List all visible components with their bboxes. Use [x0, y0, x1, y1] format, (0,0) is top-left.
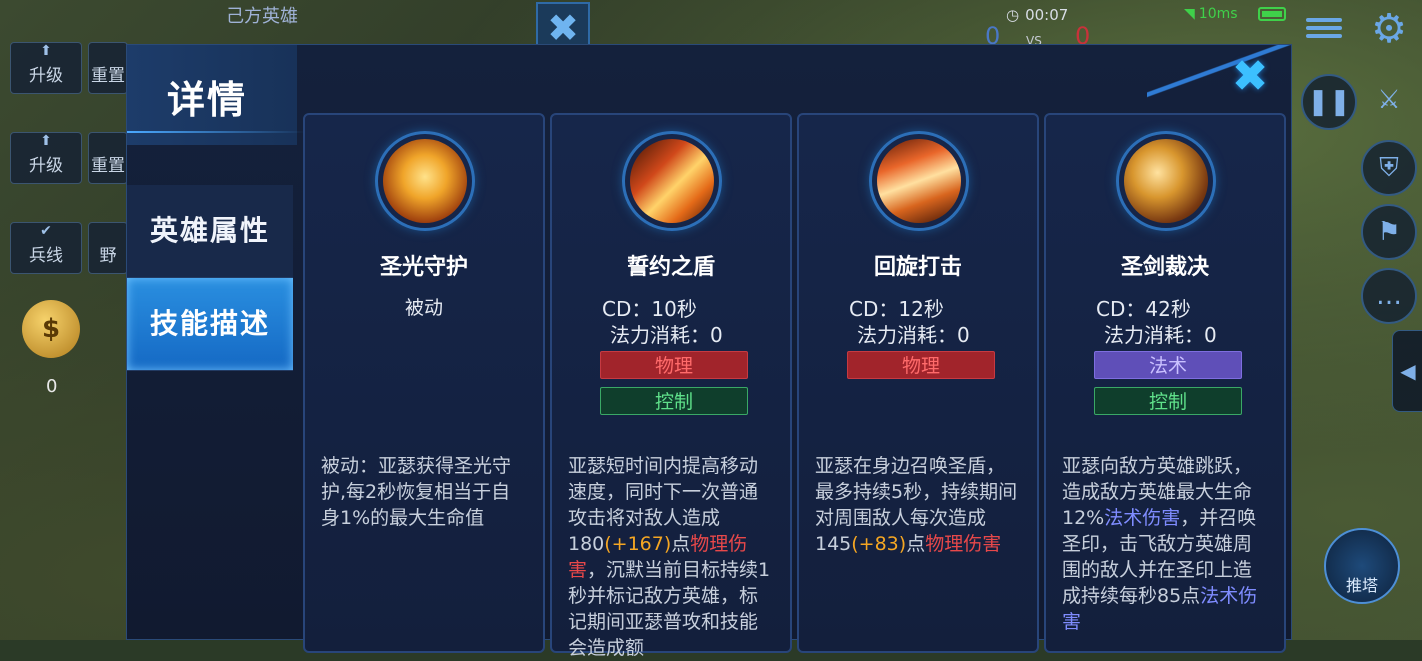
pause-icon[interactable]: ❚❚	[1301, 74, 1357, 130]
nav-hero-attributes[interactable]: 英雄属性	[127, 185, 293, 278]
arrow-up-icon: ⬆	[40, 133, 52, 149]
holy-shield-icon	[375, 131, 475, 231]
title-divider	[127, 131, 307, 133]
money-value: 0	[46, 376, 58, 397]
skill-mana-cost: 法力消耗：0	[857, 323, 970, 347]
skill-name: 回旋打击	[873, 255, 962, 280]
skill-cooldown: CD：42秒	[1096, 297, 1191, 321]
jungle-button[interactable]: 野	[88, 222, 128, 274]
network-ping: ◥ 10ms	[1184, 6, 1238, 22]
desc-bonus: (+83)	[851, 533, 907, 555]
ping-value: 10ms	[1198, 6, 1238, 22]
skill-card: 圣光守护 被动 被动：亚瑟获得圣光守护,每2秒恢复相当于自身1%的最大生命值	[303, 113, 545, 653]
oath-shield-icon	[622, 131, 722, 231]
gear-icon[interactable]: ⚙	[1366, 6, 1412, 52]
skill-name: 圣剑裁决	[1120, 255, 1209, 280]
skill-mana-cost: 法力消耗：0	[1104, 323, 1217, 347]
reset-button[interactable]: 重置	[88, 42, 128, 94]
flag-icon[interactable]: ⚑	[1361, 204, 1417, 260]
desc-damage-type: 物理伤害	[925, 533, 1002, 555]
details-dialog: 详情 ✖ 英雄属性 技能描述 圣光守护 被动 被动：亚瑟获得圣光守护,每2秒恢复…	[126, 44, 1293, 659]
wifi-icon: ◥	[1184, 6, 1195, 22]
skill-mana-cost: 法力消耗：0	[610, 323, 723, 347]
desc-text: ，沉默当前目标持续1秒并标记敌方英雄，标记期间亚瑟普攻和技能会造成额	[568, 559, 771, 659]
skill-cards: 圣光守护 被动 被动：亚瑟获得圣光守护,每2秒恢复相当于自身1%的最大生命值 誓…	[303, 113, 1289, 659]
tag-physical: 物理	[847, 351, 995, 379]
minion-label: 兵线	[29, 246, 63, 266]
side-nav: 英雄属性 技能描述	[127, 185, 293, 371]
skill-card: 圣剑裁决 CD：42秒 法力消耗：0 法术 控制 亚瑟向敌方英雄跳跃，造成敌方英…	[1044, 113, 1286, 653]
money-bag-icon[interactable]: $	[22, 300, 80, 358]
tag-physical: 物理	[600, 351, 748, 379]
hud-team-title: 己方英雄	[226, 6, 298, 27]
minion-button[interactable]: ✔ 兵线	[10, 222, 82, 274]
chevron-left-icon[interactable]: ◀	[1392, 330, 1422, 412]
desc-damage-type: 法术伤害	[1104, 507, 1181, 529]
reset-button-2[interactable]: 重置	[88, 132, 128, 184]
desc-text: 点	[671, 533, 691, 555]
left-hud-panel: ⬆ 升级 重置 ⬆ 升级 重置 ✔ 兵线 野 $ 0	[0, 0, 128, 640]
arrow-up-icon: ⬆	[40, 43, 52, 59]
clock-icon: ◷	[1006, 6, 1020, 24]
match-timer: ◷ 00:07	[1006, 6, 1068, 24]
reset-label: 重置	[91, 66, 125, 86]
dialog-title: 详情	[167, 78, 248, 122]
skill-description: 亚瑟向敌方英雄跳跃，造成敌方英雄最大生命12%法术伤害，并召唤圣印，击飞敌方英雄…	[1062, 453, 1268, 635]
nav-skill-description[interactable]: 技能描述	[127, 278, 293, 371]
reset-label-2: 重置	[91, 156, 125, 176]
skill-cooldown: CD：10秒	[602, 297, 697, 321]
menu-icon[interactable]	[1306, 14, 1342, 44]
sword-icon[interactable]: ⚔	[1361, 74, 1417, 130]
upgrade-label-2: 升级	[29, 156, 63, 176]
skill-cooldown: CD：12秒	[849, 297, 944, 321]
jungle-label: 野	[99, 246, 117, 266]
title-tab: 详情	[127, 45, 307, 145]
tag-magic: 法术	[1094, 351, 1242, 379]
skill-description: 亚瑟在身边召唤圣盾，最多持续5秒，持续期间对周围敌人每次造成145(+83)点物…	[815, 453, 1021, 557]
skill-description: 亚瑟短时间内提高移动速度，同时下一次普通攻击将对敌人造成180(+167)点物理…	[568, 453, 774, 661]
push-tower-button[interactable]: 推塔	[1324, 528, 1400, 604]
skill-name: 誓约之盾	[626, 255, 715, 280]
spin-strike-icon	[869, 131, 969, 231]
skill-type: 被动	[404, 297, 443, 319]
desc-bonus: (+167)	[604, 533, 672, 555]
upgrade-button[interactable]: ⬆ 升级	[10, 42, 82, 94]
chat-icon[interactable]: …	[1361, 268, 1417, 324]
top-hud: 己方英雄 ✖ ◷ 00:07 0 VS 0 ◥ 10ms ⚙	[0, 0, 1422, 54]
shield-icon[interactable]: ⛨	[1361, 140, 1417, 196]
check-icon: ✔	[40, 223, 52, 239]
skill-card: 回旋打击 CD：12秒 法力消耗：0 物理 亚瑟在身边召唤圣盾，最多持续5秒，持…	[797, 113, 1039, 653]
skill-description: 被动：亚瑟获得圣光守护,每2秒恢复相当于自身1%的最大生命值	[321, 453, 527, 531]
close-button[interactable]: ✖	[1221, 51, 1279, 103]
upgrade-label: 升级	[29, 66, 63, 86]
holy-sword-icon	[1116, 131, 1216, 231]
desc-text: 被动：亚瑟获得圣光守护,每2秒恢复相当于自身1%的最大生命值	[321, 455, 512, 529]
desc-text: 点	[906, 533, 926, 555]
tag-control: 控制	[600, 387, 748, 415]
tag-control: 控制	[1094, 387, 1242, 415]
skill-card: 誓约之盾 CD：10秒 法力消耗：0 物理 控制 亚瑟短时间内提高移动速度，同时…	[550, 113, 792, 659]
upgrade-button-2[interactable]: ⬆ 升级	[10, 132, 82, 184]
battery-icon	[1258, 7, 1286, 21]
skill-name: 圣光守护	[379, 255, 468, 280]
match-time: 00:07	[1025, 6, 1069, 24]
